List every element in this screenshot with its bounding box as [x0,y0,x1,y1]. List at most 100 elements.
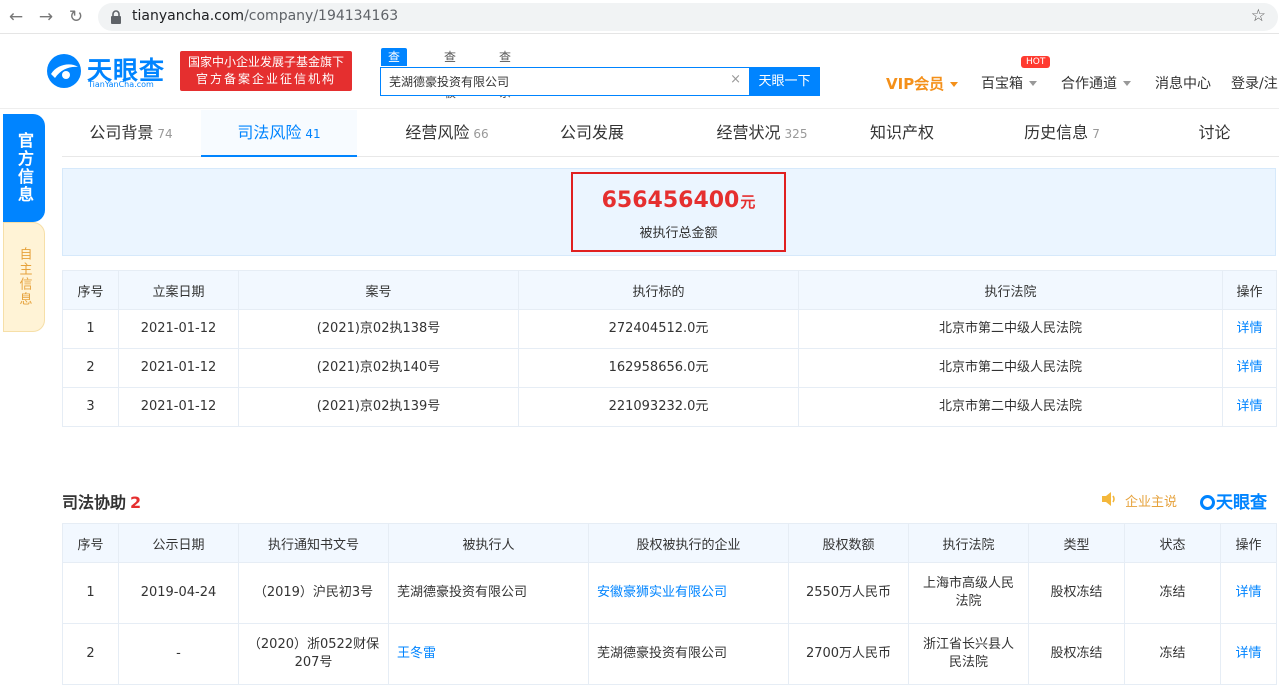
vip-menu[interactable]: VIP会员 [886,73,959,94]
tab-judicial-risk[interactable]: 司法风险 41 [201,110,357,157]
logo-eye-icon [47,54,81,88]
cell-equity-amount: 2700万人民币 [788,623,909,685]
column-header: 执行通知书文号 [238,523,389,563]
tab-operation-risk[interactable]: 经营风险 66 [367,110,527,157]
cooperation-menu[interactable]: 合作通道 [1061,73,1131,93]
table-header-row: 序号 立案日期 案号 执行标的 执行法院 操作 [62,270,1277,310]
cell-date: 2021-01-12 [118,309,239,349]
executed-table: 序号 立案日期 案号 执行标的 执行法院 操作 1 2021-01-12 (20… [62,270,1277,427]
column-header: 执行标的 [518,270,799,310]
cell-case-no: (2021)京02执138号 [238,309,519,349]
side-tab-official[interactable]: 官方信息 [3,114,45,222]
cell-court: 北京市第二中级人民法院 [798,387,1223,427]
cell-court: 上海市高级人民法院 [908,562,1029,624]
table-row: 3 2021-01-12 (2021)京02执139号 221093232.0元… [62,387,1277,427]
table-row: 2 - （2020）浙0522财保207号 王冬雷 芜湖德豪投资有限公司 270… [62,623,1277,685]
cell-amount: 272404512.0元 [518,309,799,349]
detail-link[interactable]: 详情 [1220,623,1277,685]
cell-type: 股权冻结 [1028,562,1125,624]
site-logo[interactable]: 天眼查 TianYanCha.com [45,50,175,94]
column-header: 类型 [1028,523,1125,563]
cell-date: 2021-01-12 [118,348,239,388]
column-header: 股权数额 [788,523,909,563]
column-header: 执行法院 [908,523,1029,563]
cell-date: 2019-04-24 [118,562,239,624]
search-button[interactable]: 天眼一下 [749,67,820,96]
search-tab-relation[interactable]: 查关系 [499,48,511,100]
search-tab-company[interactable]: 查公司 [381,48,408,100]
company-link[interactable]: 安徽豪狮实业有限公司 [588,562,789,624]
cell-court: 浙江省长兴县人民法院 [908,623,1029,685]
column-header: 操作 [1220,523,1277,563]
bookmark-star-icon[interactable]: ☆ [1251,6,1266,26]
tab-company-background[interactable]: 公司背景 74 [62,110,200,157]
hot-badge: HOT [1021,56,1051,68]
login-link[interactable]: 登录/注 [1231,73,1278,93]
tab-operation-status[interactable]: 经营状况 325 [682,110,842,157]
side-tab-self[interactable]: 自主信息 [3,222,45,332]
cell-type: 股权冻结 [1028,623,1125,685]
cell-date: 2021-01-12 [118,387,239,427]
person-link[interactable]: 王冬雷 [388,623,589,685]
clear-icon[interactable]: × [730,72,741,87]
brand-watermark: 天眼查 [1200,488,1267,513]
reload-icon[interactable]: ↻ [64,5,88,29]
toolbox-menu[interactable]: 百宝箱 [981,73,1037,93]
tab-ip[interactable]: 知识产权 [847,110,957,157]
total-amount-label: 被执行总金额 [639,226,718,241]
cell-amount: 221093232.0元 [518,387,799,427]
cell-index: 3 [62,387,119,427]
chevron-down-icon [1029,81,1037,86]
detail-link[interactable]: 详情 [1222,348,1277,388]
cell-equity-amount: 2550万人民币 [788,562,909,624]
detail-link[interactable]: 详情 [1220,562,1277,624]
cell-executee: 芜湖德豪投资有限公司 [388,562,589,624]
column-header: 序号 [62,523,119,563]
browser-toolbar: ← → ↻ tianyancha.com/company/194134163 ☆ [0,0,1279,34]
highlight-box: 656456400元 被执行总金额 [571,172,786,252]
cell-notice-no: （2019）沪民初3号 [238,562,389,624]
tab-history[interactable]: 历史信息 7 [1002,110,1122,157]
column-header: 公示日期 [118,523,239,563]
column-header: 案号 [238,270,519,310]
cell-court: 北京市第二中级人民法院 [798,348,1223,388]
table-row: 2 2021-01-12 (2021)京02执140号 162958656.0元… [62,348,1277,388]
url-text: tianyancha.com/company/194134163 [132,8,399,24]
cell-index: 2 [62,348,119,388]
official-badge: 国家中小企业发展子基金旗下 官方备案企业征信机构 [180,51,352,91]
message-center-link[interactable]: 消息中心 [1155,73,1211,93]
cell-company: 芜湖德豪投资有限公司 [588,623,789,685]
logo-eye-icon [1200,495,1215,510]
cell-court: 北京市第二中级人民法院 [798,309,1223,349]
cell-status: 冻结 [1124,562,1221,624]
cell-index: 1 [62,309,119,349]
detail-link[interactable]: 详情 [1222,309,1277,349]
table-header-row: 序号 公示日期 执行通知书文号 被执行人 股权被执行的企业 股权数额 执行法院 … [62,523,1277,563]
tab-discussion[interactable]: 讨论 [1182,110,1247,157]
cell-date: - [118,623,239,685]
company-tabs: 公司背景 74 司法风险 41 经营风险 66 公司发展 经营状况 325 知识产权 历… [62,110,1279,157]
cell-index: 1 [62,562,119,624]
column-header: 被执行人 [388,523,589,563]
search-tab-boss[interactable]: 查老板 [444,48,456,100]
tab-development[interactable]: 公司发展 [527,110,657,157]
search-input[interactable]: 芜湖德豪投资有限公司 × [380,67,750,96]
chevron-down-icon [1123,81,1131,86]
back-arrow-icon[interactable]: ← [4,5,28,29]
address-bar[interactable]: tianyancha.com/company/194134163 ☆ [98,3,1278,31]
forward-arrow-icon[interactable]: → [34,5,58,29]
cell-status: 冻结 [1124,623,1221,685]
cell-case-no: (2021)京02执140号 [238,348,519,388]
detail-link[interactable]: 详情 [1222,387,1277,427]
column-header: 股权被执行的企业 [588,523,789,563]
column-header: 序号 [62,270,119,310]
self-say-link[interactable]: 企业主说 [1125,491,1177,510]
execution-summary: 656456400元 被执行总金额 [62,168,1276,256]
judicial-assist-table: 序号 公示日期 执行通知书文号 被执行人 股权被执行的企业 股权数额 执行法院 … [62,523,1277,685]
speaker-icon [1102,492,1115,506]
cell-case-no: (2021)京02执139号 [238,387,519,427]
cell-amount: 162958656.0元 [518,348,799,388]
cell-index: 2 [62,623,119,685]
section-title-judicial-assist: 司法协助 2 [62,493,142,512]
chevron-down-icon [950,82,959,87]
